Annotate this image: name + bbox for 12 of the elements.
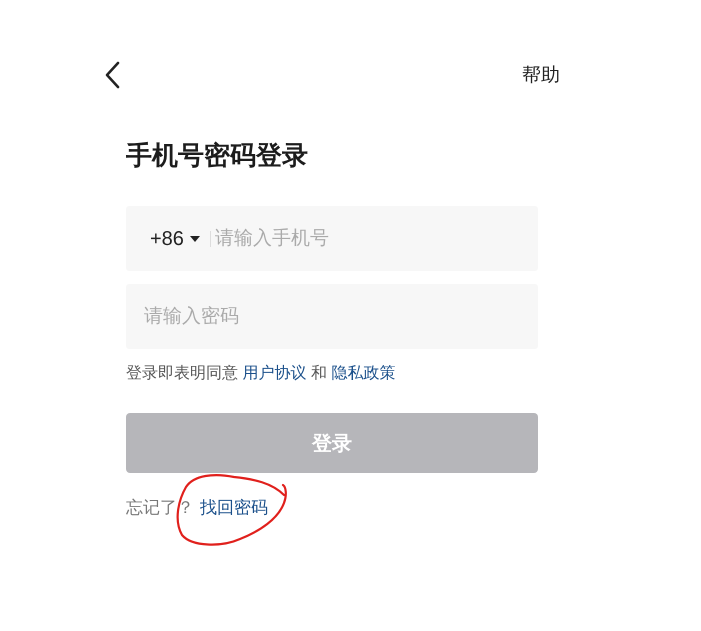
agreement-text: 登录即表明同意 用户协议 和 隐私政策 (126, 364, 396, 384)
privacy-policy-link[interactable]: 隐私政策 (331, 365, 396, 382)
phone-field[interactable]: +86 请输入手机号 (126, 206, 538, 271)
forgot-text: 忘记了？ (126, 497, 194, 519)
help-link[interactable]: 帮助 (522, 62, 560, 88)
back-icon[interactable] (104, 61, 122, 89)
recover-password-link[interactable]: 找回密码 (200, 497, 268, 519)
page-title: 手机号密码登录 (126, 139, 309, 172)
caret-icon (190, 236, 200, 242)
country-code-selector[interactable]: +86 (144, 230, 211, 246)
user-agreement-link[interactable]: 用户协议 (242, 365, 306, 382)
password-field[interactable]: 请输入密码 (126, 284, 538, 349)
